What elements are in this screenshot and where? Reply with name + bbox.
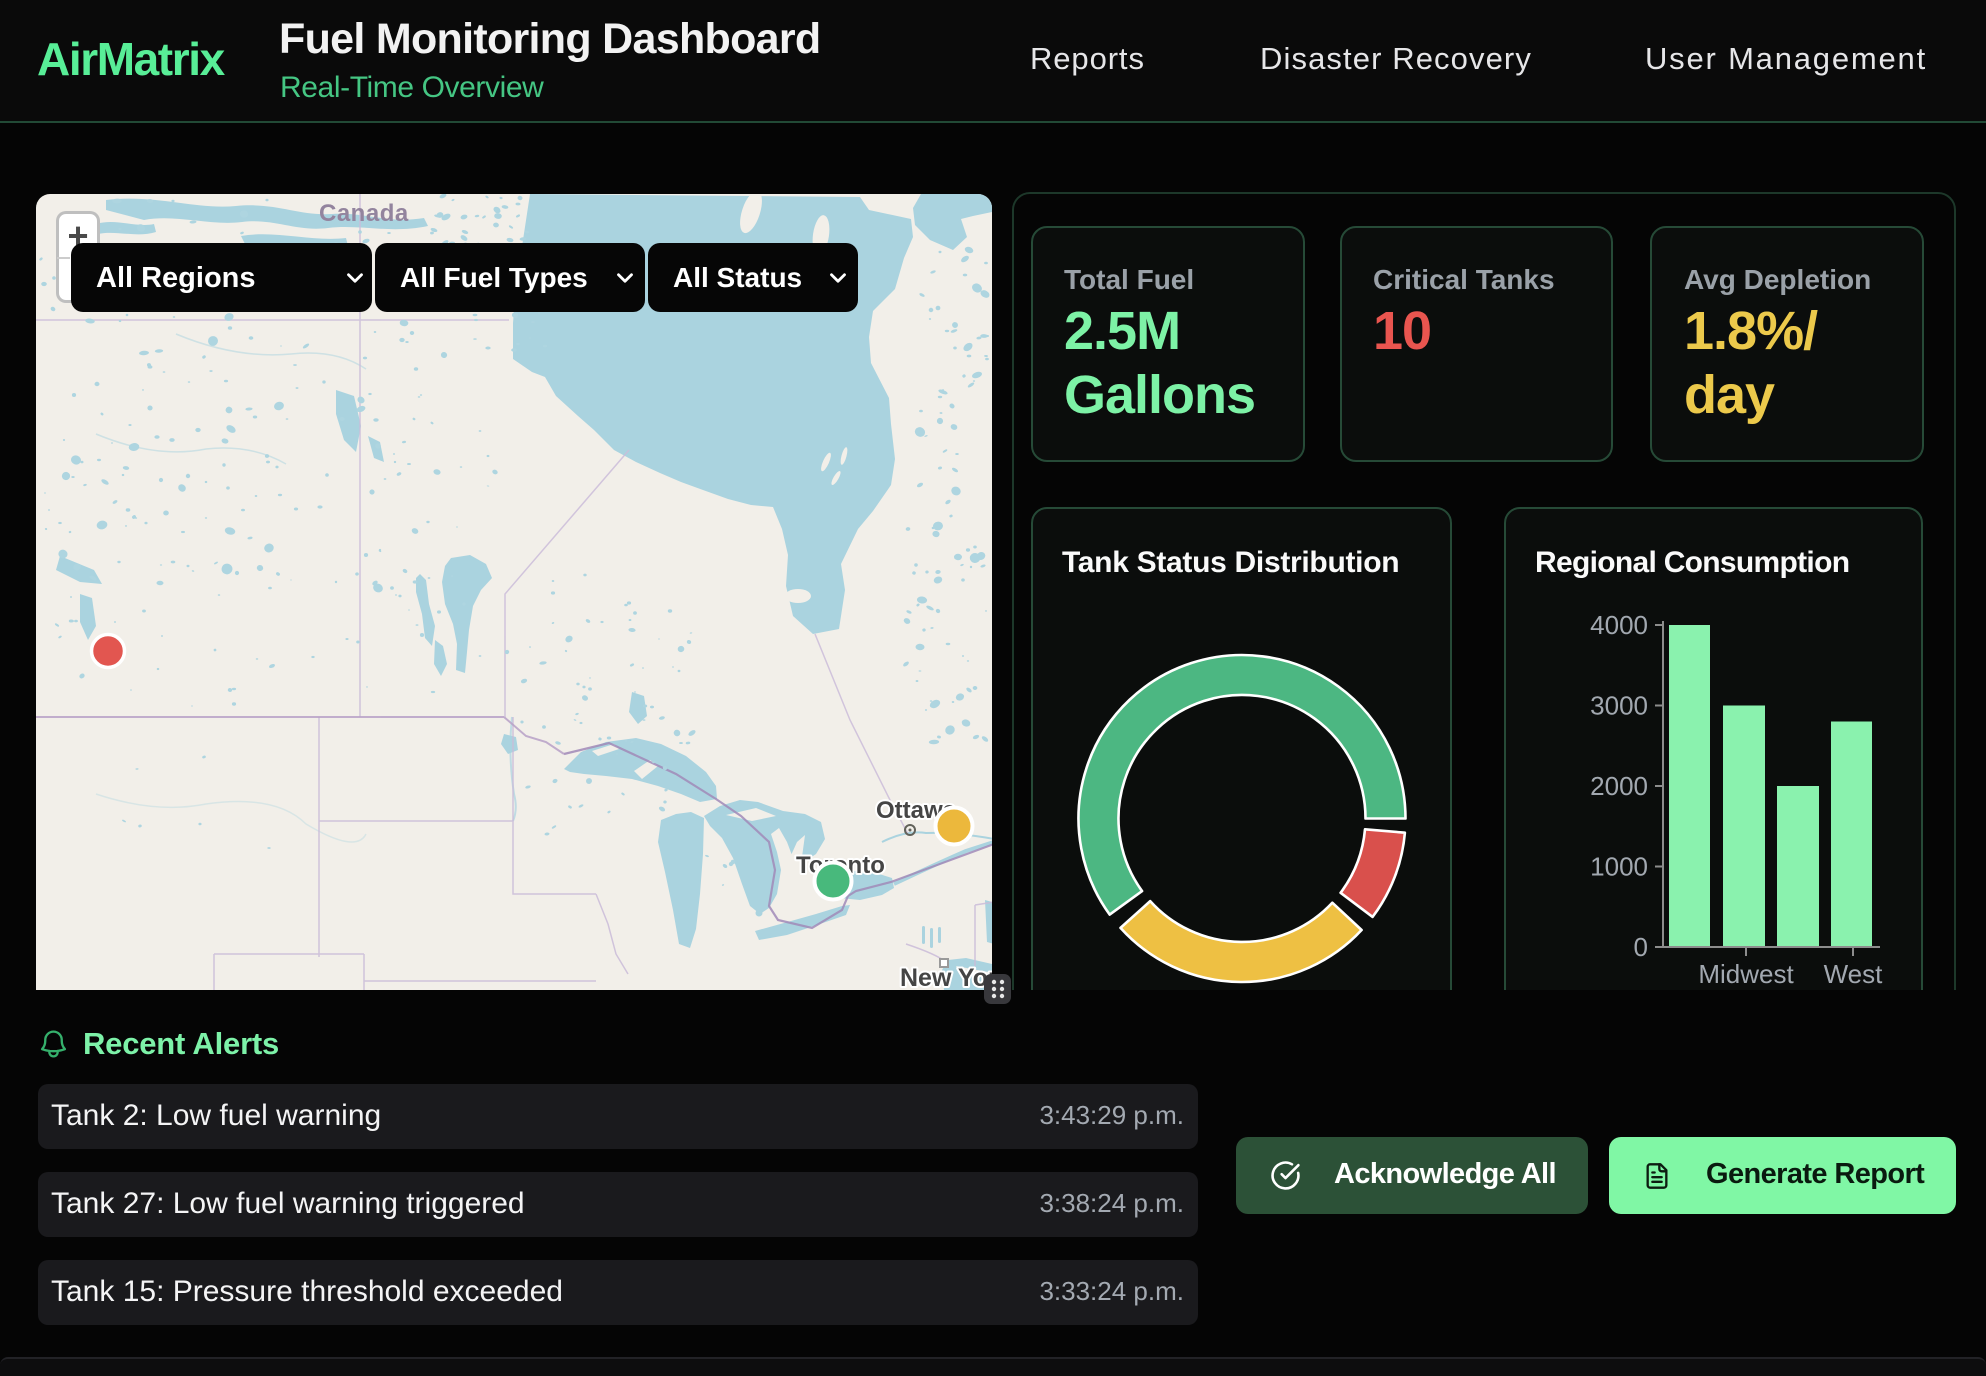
svg-text:Canada: Canada — [319, 200, 409, 227]
svg-text:2000: 2000 — [1590, 771, 1648, 801]
svg-text:West: West — [1824, 959, 1884, 989]
svg-text:4000: 4000 — [1590, 610, 1648, 640]
svg-text:0: 0 — [1634, 932, 1648, 962]
svg-text:1000: 1000 — [1590, 852, 1648, 882]
svg-text:Midwest: Midwest — [1698, 959, 1794, 989]
svg-text:3000: 3000 — [1590, 691, 1648, 721]
